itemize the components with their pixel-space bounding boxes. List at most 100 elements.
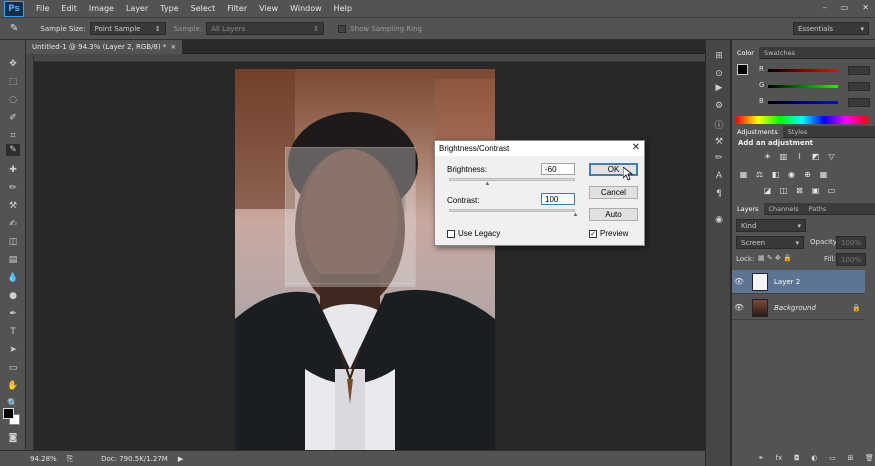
paragraph-icon[interactable]: ¶ <box>713 188 725 200</box>
new-layer-icon[interactable]: ⊞ <box>847 454 853 462</box>
tab-channels[interactable]: Channels <box>764 203 804 215</box>
black-white-icon[interactable]: ◧ <box>770 169 781 179</box>
rectangle-tool-icon[interactable]: ▭ <box>6 362 20 374</box>
posterize-icon[interactable]: ◫ <box>778 185 789 195</box>
trash-icon[interactable]: 🗑 <box>865 454 874 462</box>
healing-brush-tool-icon[interactable]: ✚ <box>6 164 20 176</box>
eye-icon[interactable]: 👁 <box>732 303 746 312</box>
tab-color[interactable]: Color <box>732 46 759 59</box>
link-layers-icon[interactable]: ⚭ <box>758 454 764 462</box>
eyedropper-tool-icon[interactable]: ✎ <box>6 144 20 156</box>
red-value-input[interactable] <box>848 66 870 75</box>
selective-color-icon[interactable]: ▣ <box>810 185 821 195</box>
sample-select[interactable]: All Layers ⇕ <box>206 22 325 35</box>
eye-icon[interactable]: 👁 <box>732 277 746 286</box>
photo-filter-icon[interactable]: ◉ <box>786 169 797 179</box>
clone-stamp-tool-icon[interactable]: ⚒ <box>6 200 20 212</box>
new-group-icon[interactable]: ▭ <box>829 454 836 462</box>
brightness-contrast-icon[interactable]: ☀ <box>762 151 773 161</box>
menu-view[interactable]: View <box>259 4 278 13</box>
fx-icon[interactable]: fx <box>776 454 783 462</box>
menu-type[interactable]: Type <box>160 4 178 13</box>
eraser-tool-icon[interactable]: ◫ <box>6 236 20 248</box>
invert-icon[interactable]: ◪ <box>762 185 773 195</box>
brightness-input[interactable]: -60 <box>541 163 575 175</box>
crop-tool-icon[interactable]: ⌗ <box>6 130 20 142</box>
dialog-titlebar[interactable]: Brightness/Contrast ✕ <box>435 141 644 156</box>
menu-filter[interactable]: Filter <box>227 4 247 13</box>
channel-mixer-icon[interactable]: ⊕ <box>802 169 813 179</box>
exposure-icon[interactable]: ◩ <box>810 151 821 161</box>
close-icon[interactable]: ✕ <box>632 142 640 153</box>
horizontal-ruler[interactable] <box>34 54 705 62</box>
color-balance-icon[interactable]: ⚖ <box>754 169 765 179</box>
blue-value-input[interactable] <box>848 98 870 107</box>
layer-filter-select[interactable]: Kind ▾ <box>736 219 806 232</box>
menu-select[interactable]: Select <box>191 4 216 13</box>
tab-swatches[interactable]: Swatches <box>759 47 800 59</box>
layer-row-layer-2[interactable]: 👁 Layer 2 <box>732 270 865 294</box>
brush-presets-icon[interactable]: ⚙ <box>713 100 725 112</box>
contrast-slider[interactable] <box>449 209 575 212</box>
sampling-ring-checkbox[interactable] <box>338 24 347 33</box>
levels-icon[interactable]: ▥ <box>778 151 789 161</box>
green-slider[interactable]: G <box>759 81 838 90</box>
lasso-tool-icon[interactable]: ◌ <box>6 94 20 106</box>
tab-paths[interactable]: Paths <box>804 203 832 215</box>
quick-select-tool-icon[interactable]: ✐ <box>6 112 20 124</box>
eyedropper-tool-icon[interactable]: ✎ <box>10 23 18 34</box>
properties-icon[interactable]: ⊙ <box>713 68 725 80</box>
maximize-button[interactable]: ▭ <box>841 3 849 12</box>
auto-button[interactable]: Auto <box>589 208 638 221</box>
use-legacy-checkbox[interactable] <box>447 230 455 238</box>
cancel-button[interactable]: Cancel <box>589 186 638 199</box>
green-value-input[interactable] <box>848 82 870 91</box>
brush-icon[interactable]: ✏ <box>713 152 725 164</box>
tool-presets-icon[interactable]: ◉ <box>713 214 725 226</box>
contrast-input[interactable]: 100 <box>541 193 575 205</box>
triangle-right-icon[interactable]: ▶ <box>178 455 183 463</box>
add-mask-icon[interactable]: ◘ <box>794 454 800 462</box>
hue-saturation-icon[interactable]: ▦ <box>738 169 749 179</box>
brightness-slider[interactable] <box>449 178 575 181</box>
brightness-slider-handle[interactable]: ▲ <box>484 181 491 187</box>
menu-image[interactable]: Image <box>89 4 114 13</box>
new-adjustment-icon[interactable]: ◐ <box>811 454 817 462</box>
close-tab-icon[interactable]: × <box>170 43 176 51</box>
document-tab[interactable]: Untitled-1 @ 94.3% (Layer 2, RGB/8) * × <box>26 40 183 54</box>
tab-styles[interactable]: Styles <box>783 126 813 138</box>
sample-size-select[interactable]: Point Sample ⇕ <box>89 22 166 35</box>
blue-slider[interactable]: B <box>759 97 838 106</box>
fill-input[interactable]: 100% <box>836 253 866 266</box>
marquee-tool-icon[interactable]: ⬚ <box>6 76 20 88</box>
clone-source-icon[interactable]: ⚒ <box>713 136 725 148</box>
character-icon[interactable]: A <box>713 170 725 182</box>
tab-layers[interactable]: Layers <box>732 202 764 215</box>
curves-icon[interactable]: ⌇ <box>794 151 805 161</box>
hand-tool-icon[interactable]: ✋ <box>6 380 20 392</box>
color-lookup-icon[interactable]: ▦ <box>818 169 829 179</box>
preview-checkbox[interactable]: ✓ <box>589 230 597 238</box>
quick-mask-icon[interactable]: ◙ <box>6 432 20 444</box>
menu-help[interactable]: Help <box>334 4 352 13</box>
menu-window[interactable]: Window <box>290 4 322 13</box>
menu-layer[interactable]: Layer <box>126 4 148 13</box>
zoom-level[interactable]: 94.28% <box>30 455 57 463</box>
close-window-button[interactable]: ✕ <box>862 3 869 12</box>
menu-edit[interactable]: Edit <box>61 4 77 13</box>
tab-adjustments[interactable]: Adjustments <box>732 125 783 138</box>
move-tool-icon[interactable]: ✥ <box>6 58 20 70</box>
type-tool-icon[interactable]: T <box>6 326 20 338</box>
gradient-tool-icon[interactable]: ▤ <box>6 254 20 266</box>
blur-tool-icon[interactable]: 💧 <box>6 272 20 284</box>
history-brush-tool-icon[interactable]: ✍ <box>6 218 20 230</box>
vibrance-icon[interactable]: ▽ <box>826 151 837 161</box>
layer-row-background[interactable]: 👁 Background 🔒 <box>732 296 865 320</box>
lock-icons[interactable]: ▦ ✎ ✥ 🔒 <box>758 254 792 262</box>
dodge-tool-icon[interactable]: ● <box>6 290 20 302</box>
minimize-button[interactable]: – <box>823 3 827 12</box>
contrast-slider-handle[interactable]: ▲ <box>572 212 579 218</box>
workspace-select[interactable]: Essentials ▾ <box>793 22 869 35</box>
red-slider[interactable]: R <box>759 65 838 74</box>
foreground-color-swatch[interactable] <box>3 408 14 419</box>
